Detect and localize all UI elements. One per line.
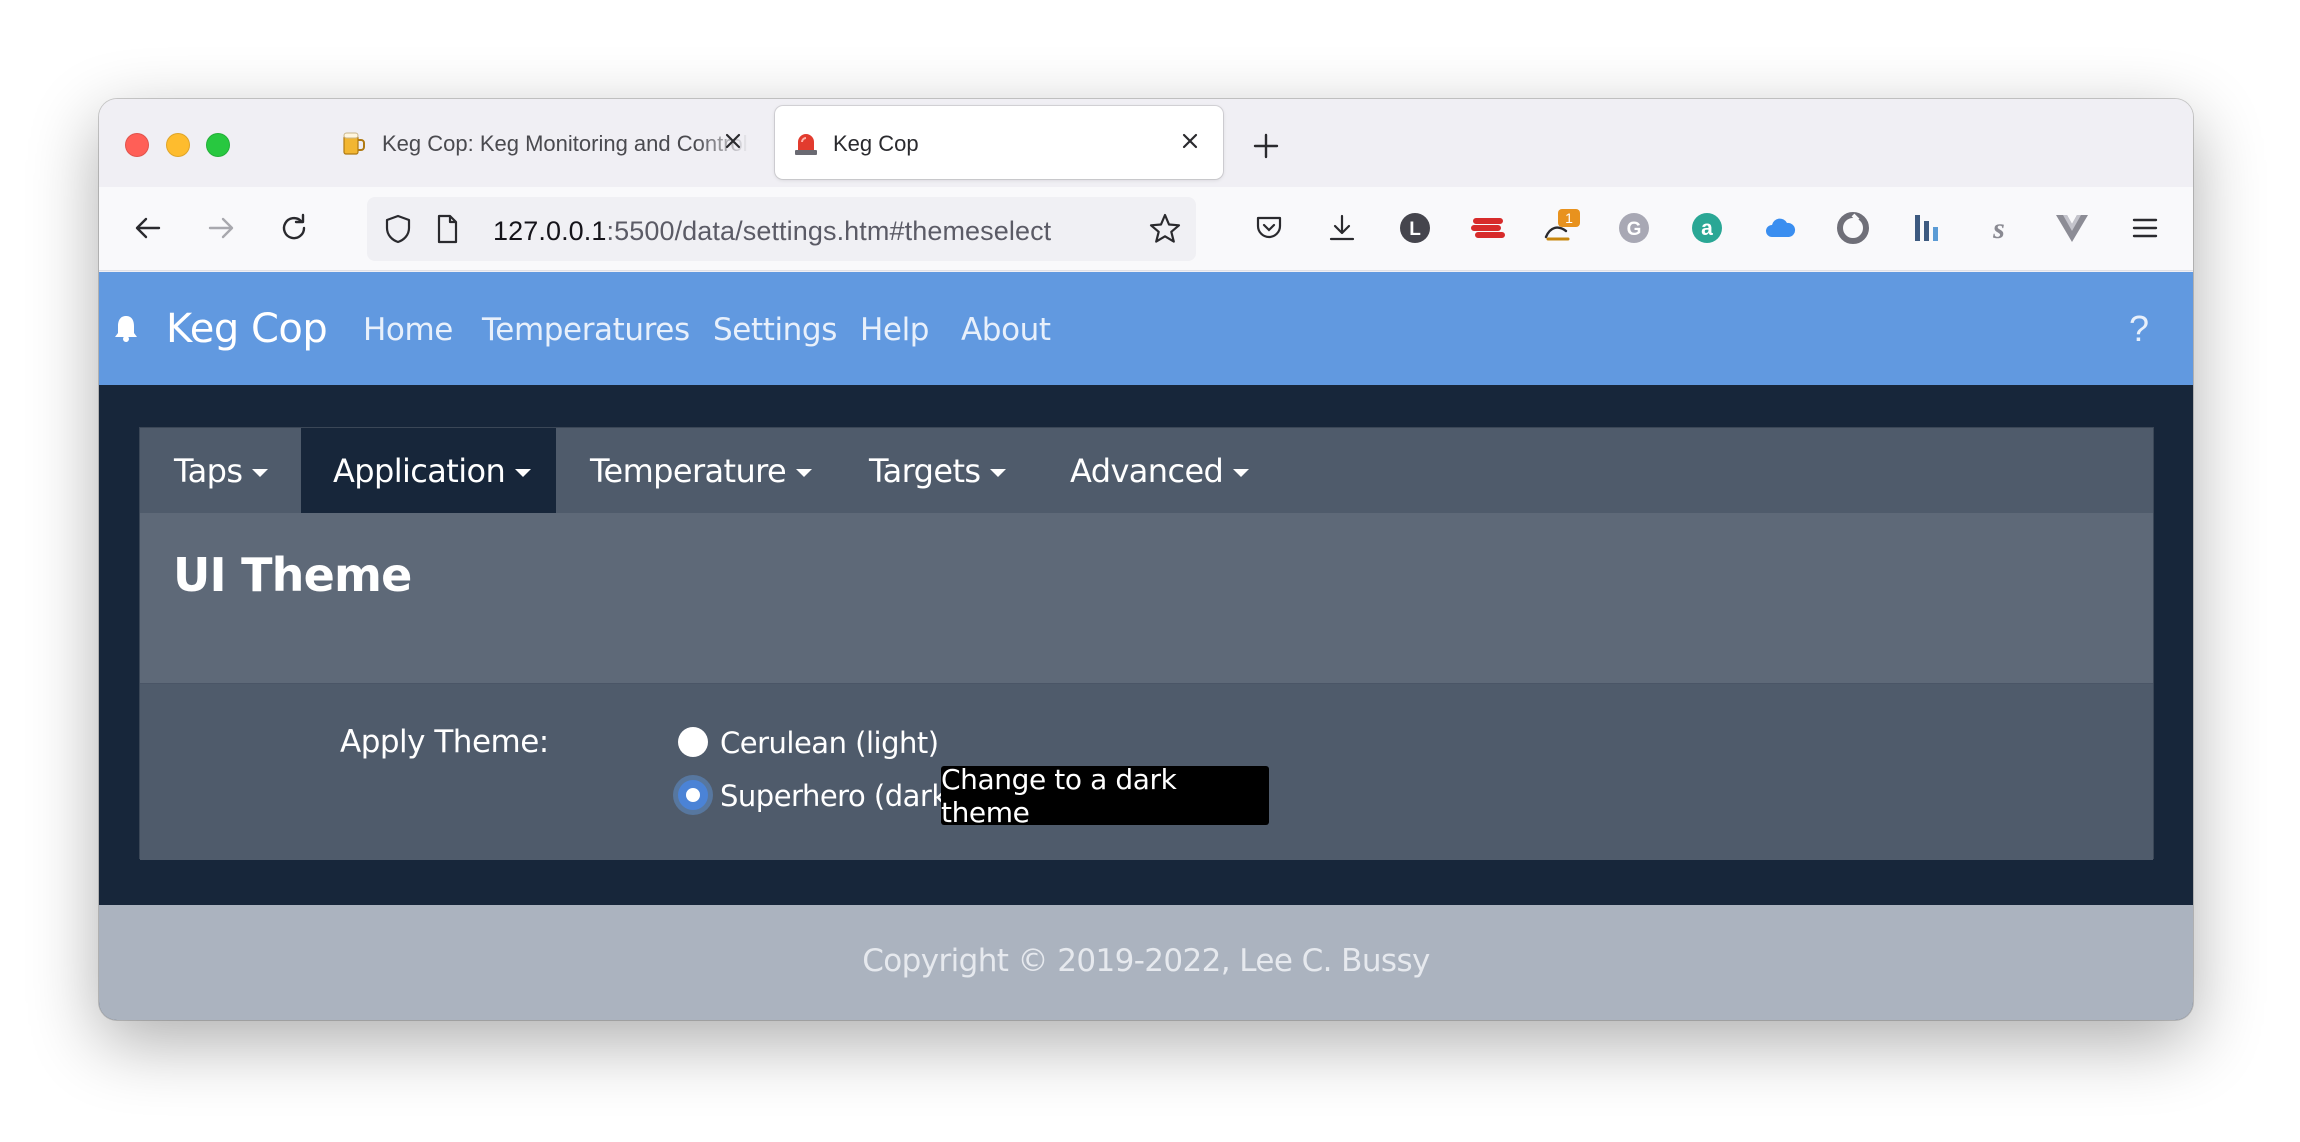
forward-icon[interactable] [200,207,242,249]
minimize-window-button[interactable] [166,133,190,157]
caret-down-icon [796,468,813,477]
svg-text:s: s [1992,212,2005,245]
radio-label-cerulean[interactable]: Cerulean (light) [720,726,939,760]
extension-circle-icon[interactable] [1832,207,1874,249]
radio-label-superhero[interactable]: Superhero (dark) [720,779,959,813]
close-tab-icon[interactable] [1175,126,1205,156]
download-icon[interactable] [1321,207,1363,249]
svg-text:1: 1 [1565,210,1573,226]
url-bar[interactable]: 127.0.0.1:5500/data/settings.htm#themese… [367,197,1196,261]
tab-keg-cop[interactable]: Keg Cop [775,106,1223,179]
svg-text:G: G [1627,219,1642,240]
extension-red-icon[interactable] [1467,207,1509,249]
page-content: Keg Cop Home Temperatures Settings Help … [99,272,2193,1020]
apply-theme-label: Apply Theme: [340,724,549,760]
caret-down-icon [990,468,1007,477]
nav-help[interactable]: Help [860,312,929,348]
card-header: UI Theme [140,513,2153,684]
tab-taps[interactable]: Taps [174,428,269,513]
police-siren-icon [795,134,817,155]
extension-badge-icon[interactable]: 1 [1540,207,1582,249]
svg-text:a: a [1701,217,1713,240]
close-window-button[interactable] [125,133,149,157]
page-icon[interactable] [426,208,468,250]
help-question-link[interactable]: ? [2129,308,2149,350]
tab-advanced[interactable]: Advanced [1070,428,1250,513]
back-icon[interactable] [127,207,169,249]
shield-icon[interactable] [377,208,419,250]
section-title: UI Theme [173,548,412,602]
grammarly-icon[interactable]: G [1613,207,1655,249]
tab-targets[interactable]: Targets [869,428,1007,513]
account-l-icon[interactable]: L [1394,207,1436,249]
menu-icon[interactable] [2124,207,2166,249]
close-tab-icon[interactable] [718,126,748,156]
caret-down-icon [1233,468,1250,477]
new-tab-icon[interactable] [1249,129,1283,163]
caret-down-icon [515,468,532,477]
pocket-icon[interactable] [1248,207,1290,249]
tab-strip: Keg Cop: Keg Monitoring and Control Keg … [99,99,2193,187]
nav-temperatures[interactable]: Temperatures [482,312,690,348]
tab-title: Keg Cop: Keg Monitoring and Control [382,131,748,156]
footer: Copyright © 2019-2022, Lee C. Bussy [99,905,2193,1020]
settings-tabs: Taps Application Temperature Targets Adv… [140,428,2153,513]
tab-temperature[interactable]: Temperature [590,428,813,513]
nav-about[interactable]: About [961,312,1051,348]
svg-text:L: L [1409,219,1421,240]
url-text: 127.0.0.1:5500/data/settings.htm#themese… [493,216,1052,246]
copyright-text: Copyright © 2019-2022, Lee C. Bussy [862,943,1430,979]
bookmark-star-icon[interactable] [1144,208,1186,250]
tab-application[interactable]: Application [301,428,556,513]
theme-tooltip: Change to a dark theme [941,763,1269,829]
radio-cerulean[interactable] [678,727,708,757]
radio-superhero[interactable] [678,780,708,810]
zoom-window-button[interactable] [206,133,230,157]
cloud-icon[interactable] [1759,207,1801,249]
theme-form: Apply Theme: Cerulean (light) Superhero … [140,684,2153,860]
nav-settings[interactable]: Settings [713,312,837,348]
settings-card: Taps Application Temperature Targets Adv… [139,427,2154,860]
brand-link[interactable]: Keg Cop [166,306,328,352]
extension-s-icon[interactable]: s [1978,207,2020,249]
extension-a-icon[interactable]: a [1686,207,1728,249]
vue-icon[interactable] [2051,207,2093,249]
tab-title: Keg Cop [833,131,919,156]
extension-bars-icon[interactable] [1905,207,1947,249]
bell-icon [115,316,137,342]
browser-window: Keg Cop: Keg Monitoring and Control Keg … [99,99,2193,1020]
nav-home[interactable]: Home [363,312,453,348]
reload-icon[interactable] [273,207,315,249]
beer-mug-icon [343,132,365,155]
caret-down-icon [252,468,269,477]
browser-toolbar: 127.0.0.1:5500/data/settings.htm#themese… [99,187,2193,271]
navbar: Keg Cop Home Temperatures Settings Help … [99,272,2193,385]
